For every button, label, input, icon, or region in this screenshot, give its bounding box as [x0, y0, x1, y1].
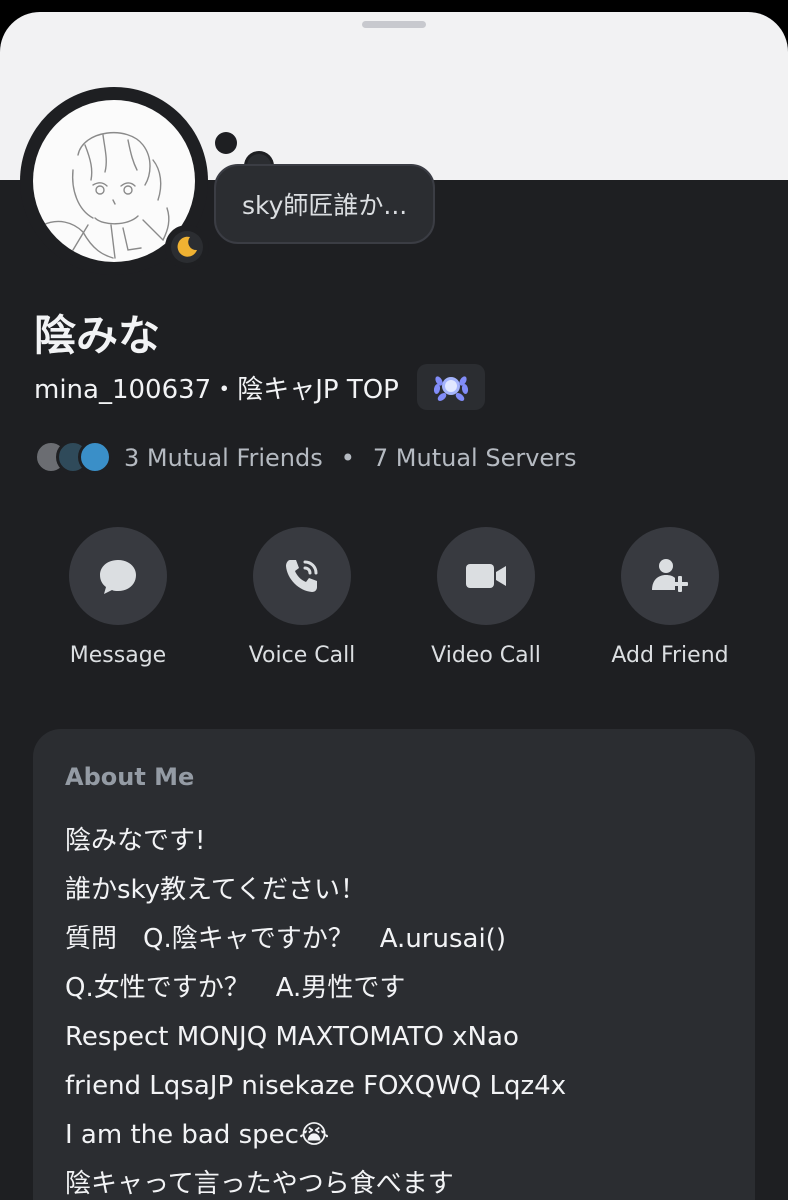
add-friend-button[interactable]: Add Friend [578, 527, 762, 668]
mutuals-row[interactable]: 3 Mutual Friends • 7 Mutual Servers [34, 440, 577, 476]
video-call-button[interactable]: Video Call [394, 527, 578, 668]
thought-dot-small [215, 132, 237, 154]
idle-moon-icon [177, 236, 197, 257]
chat-bubble-icon [100, 560, 136, 594]
mutual-servers-link[interactable]: 7 Mutual Servers [373, 444, 577, 472]
username: mina_100637・陰キャJP TOP [34, 374, 399, 405]
message-button[interactable]: Message [26, 527, 210, 668]
avatar-frame [20, 87, 209, 275]
mutual-friends-link[interactable]: 3 Mutual Friends [124, 444, 323, 472]
about-line: 質問 Q.陰キャですか？ A.urusai() [65, 924, 506, 954]
phone-icon [286, 560, 318, 592]
about-line: 誰かsky教えてください！ [65, 875, 366, 905]
mutual-avatars [34, 440, 114, 476]
drag-handle[interactable] [362, 21, 426, 28]
voice-call-button[interactable]: Voice Call [210, 527, 394, 668]
about-line: friend LqsaJP nisekaze FOXQWQ Lqz4x [65, 1071, 567, 1101]
about-me-title: About Me [65, 763, 195, 791]
profile-badge[interactable] [416, 364, 485, 410]
add-friend-label: Add Friend [611, 643, 729, 668]
custom-status-bubble[interactable]: sky師匠誰か... [214, 164, 436, 244]
video-call-label: Video Call [431, 643, 541, 668]
video-camera-icon [466, 564, 506, 588]
about-me-card: About Me 陰みなです! 誰かsky教えてください！ 質問 Q.陰キャです… [33, 729, 755, 1200]
about-line: Q.女性ですか？ A.男性です [65, 973, 406, 1003]
action-buttons: Message Voice Call Video Call Add Friend [26, 527, 762, 668]
laurel-badge-icon [433, 376, 468, 401]
about-line: 陰キャって言ったやつら食べます [65, 1169, 454, 1199]
add-friend-icon [652, 559, 688, 592]
username-row: mina_100637・陰キャJP TOP [34, 364, 485, 410]
about-line: Respect MONJQ MAXTOMATO xNao [65, 1022, 519, 1052]
status-indicator [165, 225, 209, 269]
profile-sheet: sky師匠誰か... 陰みな mina_100637・陰キャJP TOP 3 M… [0, 12, 788, 1200]
display-name: 陰みな [34, 311, 161, 360]
about-line: I am the bad spec😭 [65, 1120, 330, 1150]
about-line: 陰みなです! [65, 826, 206, 856]
separator: • [340, 444, 355, 472]
mutual-avatar [78, 440, 112, 474]
message-label: Message [69, 643, 167, 668]
voice-call-label: Voice Call [248, 643, 356, 668]
